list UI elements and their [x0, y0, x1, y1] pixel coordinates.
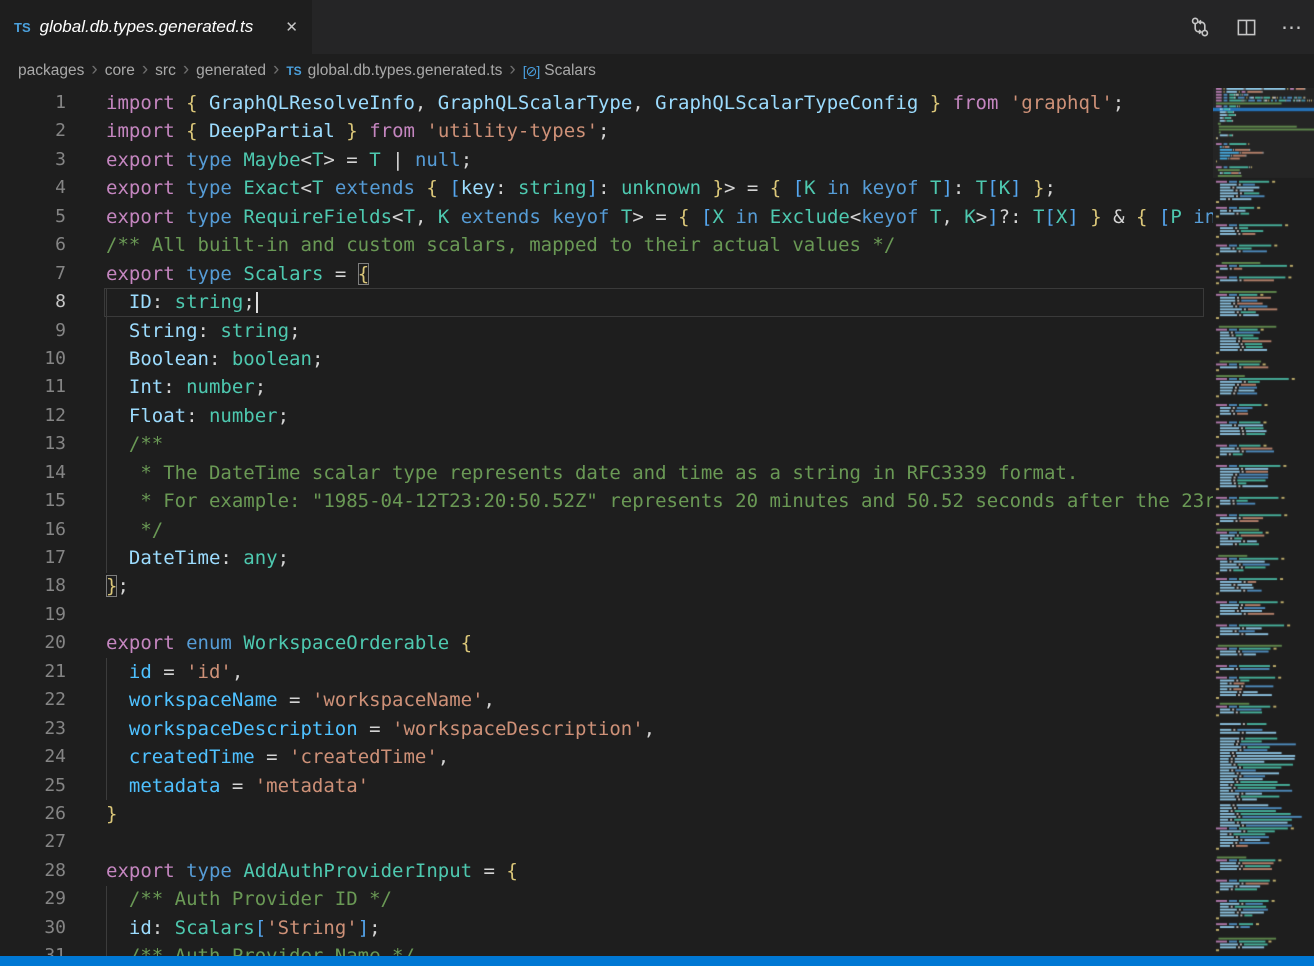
- chevron-right-icon: ›: [84, 59, 104, 83]
- code-line-16[interactable]: */: [106, 516, 1213, 544]
- line-number: 5: [0, 203, 66, 231]
- code-line-24[interactable]: createdTime = 'createdTime',: [106, 743, 1213, 771]
- editor-actions: ⋯: [1188, 0, 1304, 54]
- typescript-file-icon: TS: [286, 64, 301, 78]
- close-icon[interactable]: ✕: [281, 18, 302, 37]
- code-line-10[interactable]: Boolean: boolean;: [106, 345, 1213, 373]
- breadcrumb-item-packages[interactable]: packages: [18, 62, 84, 80]
- line-number: 17: [0, 544, 66, 572]
- code-line-1[interactable]: import { GraphQLResolveInfo, GraphQLScal…: [106, 89, 1213, 117]
- chevron-right-icon: ›: [135, 59, 155, 83]
- line-number: 2: [0, 117, 66, 145]
- line-number: 20: [0, 629, 66, 657]
- tab-bar: TS global.db.types.generated.ts ✕: [0, 0, 1314, 54]
- code-line-7[interactable]: export type Scalars = {: [106, 260, 1213, 288]
- code-line-8[interactable]: ID: string;: [106, 288, 1213, 316]
- typescript-file-icon: TS: [14, 20, 31, 35]
- line-number: 7: [0, 260, 66, 288]
- line-number-gutter: 1234567891011121314151617181920212223242…: [0, 89, 66, 966]
- line-number: 26: [0, 800, 66, 828]
- line-number: 18: [0, 572, 66, 600]
- code-line-23[interactable]: workspaceDescription = 'workspaceDescrip…: [106, 715, 1213, 743]
- code-line-19[interactable]: [106, 601, 1213, 629]
- line-number: 4: [0, 174, 66, 202]
- line-number: 29: [0, 885, 66, 913]
- line-number: 1: [0, 89, 66, 117]
- chevron-right-icon: ›: [266, 59, 286, 83]
- symbol-type-icon: [⊘]: [523, 63, 540, 80]
- line-number: 23: [0, 715, 66, 743]
- tab-global-db-types-generated-ts[interactable]: TS global.db.types.generated.ts ✕: [0, 0, 312, 54]
- code-line-12[interactable]: Float: number;: [106, 402, 1213, 430]
- minimap[interactable]: [1213, 88, 1314, 966]
- line-number: 15: [0, 487, 66, 515]
- breadcrumb-item-filename[interactable]: global.db.types.generated.ts: [308, 62, 503, 80]
- line-number: 24: [0, 743, 66, 771]
- line-number: 22: [0, 686, 66, 714]
- code-content[interactable]: import { GraphQLResolveInfo, GraphQLScal…: [106, 89, 1213, 966]
- code-line-14[interactable]: * The DateTime scalar type represents da…: [106, 459, 1213, 487]
- line-number: 12: [0, 402, 66, 430]
- code-line-2[interactable]: import { DeepPartial } from 'utility-typ…: [106, 117, 1213, 145]
- line-number: 28: [0, 857, 66, 885]
- code-line-28[interactable]: export type AddAuthProviderInput = {: [106, 857, 1213, 885]
- code-line-26[interactable]: }: [106, 800, 1213, 828]
- code-line-30[interactable]: id: Scalars['String'];: [106, 914, 1213, 942]
- chevron-right-icon: ›: [502, 59, 522, 83]
- code-line-9[interactable]: String: string;: [106, 317, 1213, 345]
- line-number: 11: [0, 373, 66, 401]
- code-line-11[interactable]: Int: number;: [106, 373, 1213, 401]
- chevron-right-icon: ›: [176, 59, 196, 83]
- line-number: 6: [0, 231, 66, 259]
- line-number: 8: [0, 288, 66, 316]
- breadcrumb-item-src[interactable]: src: [155, 62, 176, 80]
- breadcrumb-item-core[interactable]: core: [105, 62, 135, 80]
- more-actions-icon[interactable]: ⋯: [1280, 15, 1304, 39]
- status-bar: [0, 956, 1314, 966]
- breadcrumb-item-generated[interactable]: generated: [196, 62, 266, 80]
- code-line-15[interactable]: * For example: "1985-04-12T23:20:50.52Z"…: [106, 487, 1213, 515]
- code-line-22[interactable]: workspaceName = 'workspaceName',: [106, 686, 1213, 714]
- line-number: 19: [0, 601, 66, 629]
- line-number: 21: [0, 658, 66, 686]
- line-number: 3: [0, 146, 66, 174]
- vscode-window: TS global.db.types.generated.ts ✕: [0, 0, 1314, 966]
- open-changes-icon[interactable]: [1188, 15, 1212, 39]
- code-line-20[interactable]: export enum WorkspaceOrderable {: [106, 629, 1213, 657]
- line-number: 25: [0, 772, 66, 800]
- code-line-4[interactable]: export type Exact<T extends { [key: stri…: [106, 174, 1213, 202]
- code-line-21[interactable]: id = 'id',: [106, 658, 1213, 686]
- code-line-25[interactable]: metadata = 'metadata': [106, 772, 1213, 800]
- code-line-18[interactable]: };: [106, 572, 1213, 600]
- code-line-13[interactable]: /**: [106, 430, 1213, 458]
- split-editor-icon[interactable]: [1234, 15, 1258, 39]
- breadcrumb: packages › core › src › generated › TS g…: [0, 54, 1314, 88]
- line-number: 16: [0, 516, 66, 544]
- line-number: 10: [0, 345, 66, 373]
- line-number: 9: [0, 317, 66, 345]
- code-line-3[interactable]: export type Maybe<T> = T | null;: [106, 146, 1213, 174]
- line-number: 13: [0, 430, 66, 458]
- code-line-17[interactable]: DateTime: any;: [106, 544, 1213, 572]
- code-editor: 1234567891011121314151617181920212223242…: [0, 88, 1314, 966]
- code-line-29[interactable]: /** Auth Provider ID */: [106, 885, 1213, 913]
- line-number: 14: [0, 459, 66, 487]
- code-line-6[interactable]: /** All built-in and custom scalars, map…: [106, 231, 1213, 259]
- tab-title: global.db.types.generated.ts: [40, 17, 254, 37]
- breadcrumb-item-symbol-scalars[interactable]: Scalars: [544, 62, 596, 80]
- code-line-5[interactable]: export type RequireFields<T, K extends k…: [106, 203, 1213, 231]
- text-cursor: [256, 292, 258, 313]
- line-number: 30: [0, 914, 66, 942]
- code-line-27[interactable]: [106, 828, 1213, 856]
- line-number: 27: [0, 828, 66, 856]
